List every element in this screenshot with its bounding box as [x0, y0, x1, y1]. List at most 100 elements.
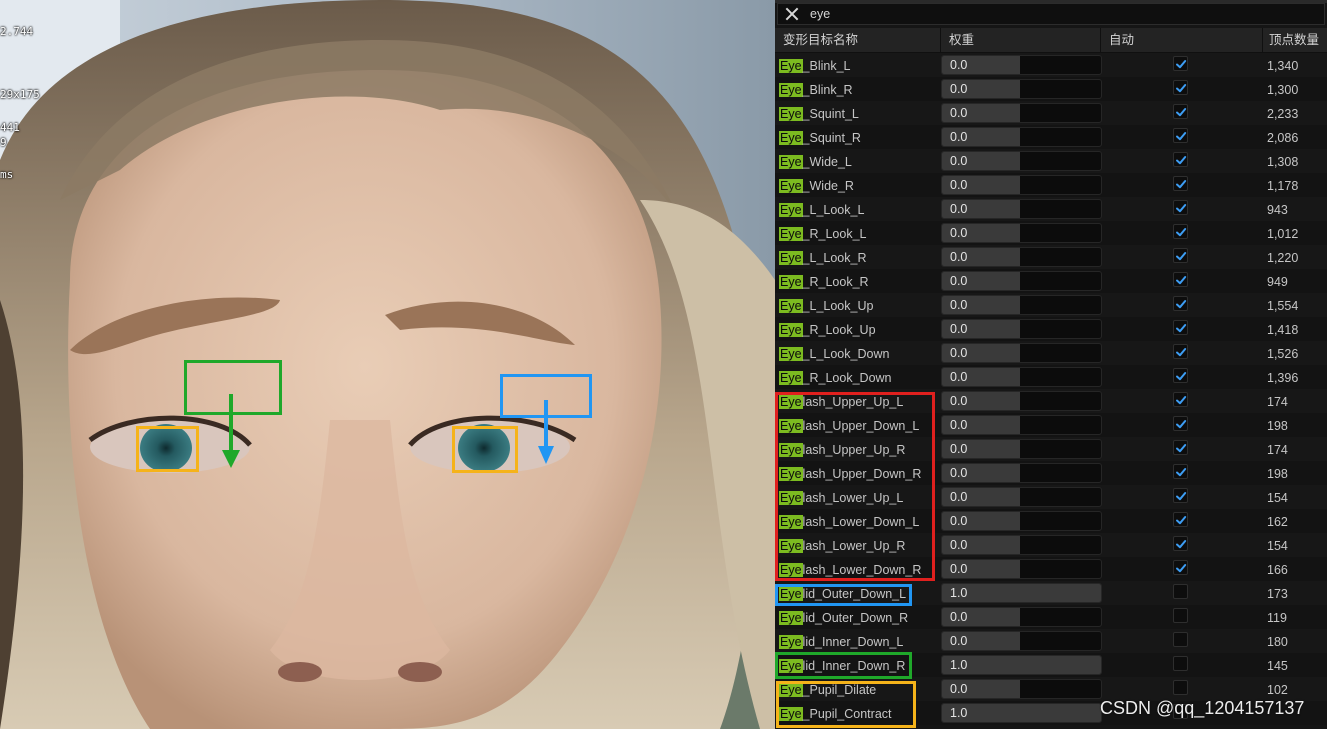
weight-slider[interactable]: 0.0	[941, 55, 1102, 75]
morph-target-row[interactable]: Eye_Squint_R 0.0 2,086	[775, 125, 1327, 149]
weight-slider[interactable]: 1.0	[941, 655, 1102, 675]
weight-slider[interactable]: 0.0	[941, 535, 1102, 555]
weight-slider[interactable]: 0.0	[941, 271, 1102, 291]
weight-slider[interactable]: 0.0	[941, 391, 1102, 411]
weight-slider[interactable]: 0.0	[941, 151, 1102, 171]
auto-checkbox[interactable]	[1173, 560, 1188, 575]
auto-checkbox[interactable]	[1173, 176, 1188, 191]
morph-target-row[interactable]: Eye_L_Look_R 0.0 1,220	[775, 245, 1327, 269]
morph-target-row[interactable]: Eye_Wide_L 0.0 1,308	[775, 149, 1327, 173]
auto-checkbox[interactable]	[1173, 128, 1188, 143]
morph-target-row[interactable]: Eye_Blink_R 0.0 1,300	[775, 77, 1327, 101]
weight-slider[interactable]: 0.0	[941, 223, 1102, 243]
search-input[interactable]	[810, 5, 1310, 23]
column-header-name[interactable]: 变形目标名称	[775, 28, 941, 52]
morph-target-row[interactable]: Eye_R_Look_R 0.0 949	[775, 269, 1327, 293]
auto-checkbox[interactable]	[1173, 104, 1188, 119]
column-header-auto[interactable]: 自动	[1101, 28, 1263, 52]
morph-target-name: Eye_R_Look_Up	[779, 322, 876, 338]
auto-checkbox[interactable]	[1173, 680, 1188, 695]
search-match-highlight: Eye	[779, 227, 803, 241]
weight-slider[interactable]: 0.0	[941, 679, 1102, 699]
column-header-weight[interactable]: 权重	[941, 28, 1101, 52]
weight-slider[interactable]: 0.0	[941, 439, 1102, 459]
auto-checkbox[interactable]	[1173, 272, 1188, 287]
weight-slider[interactable]: 0.0	[941, 607, 1102, 627]
morph-target-row[interactable]: Eyelid_Outer_Down_R 0.0 119	[775, 605, 1327, 629]
weight-slider[interactable]: 0.0	[941, 367, 1102, 387]
morph-target-row[interactable]: Eye_L_Look_L 0.0 943	[775, 197, 1327, 221]
morph-target-row[interactable]: Eye_R_Look_L 0.0 1,012	[775, 221, 1327, 245]
vertex-count: 1,526	[1267, 347, 1299, 361]
viewport-3d[interactable]: 2.744 29x175 441 9 ms	[0, 0, 775, 729]
auto-checkbox[interactable]	[1173, 392, 1188, 407]
morph-target-panel: 变形目标名称 权重 自动 顶点数量 Eye _Blink_L 0.0 1,340 Eye…	[775, 0, 1327, 729]
weight-slider[interactable]: 1.0	[941, 703, 1102, 723]
vertex-count: 174	[1267, 443, 1288, 457]
auto-checkbox[interactable]	[1173, 224, 1188, 239]
weight-slider[interactable]: 0.0	[941, 295, 1102, 315]
auto-checkbox[interactable]	[1173, 368, 1188, 383]
weight-value: 1.0	[950, 658, 968, 672]
auto-checkbox[interactable]	[1173, 584, 1188, 599]
morph-target-row[interactable]: Eye_R_Look_Down 0.0 1,396	[775, 365, 1327, 389]
morph-target-row[interactable]: Eye_L_Look_Up 0.0 1,554	[775, 293, 1327, 317]
morph-target-name-rest: _Blink_L	[802, 59, 851, 73]
vertex-count: 166	[1267, 563, 1288, 577]
weight-slider[interactable]: 0.0	[941, 199, 1102, 219]
weight-slider[interactable]: 0.0	[941, 463, 1102, 483]
auto-checkbox[interactable]	[1173, 152, 1188, 167]
weight-slider[interactable]: 0.0	[941, 343, 1102, 363]
auto-checkbox[interactable]	[1173, 464, 1188, 479]
auto-checkbox[interactable]	[1173, 632, 1188, 647]
weight-slider[interactable]: 0.0	[941, 103, 1102, 123]
auto-checkbox[interactable]	[1173, 56, 1188, 71]
weight-slider[interactable]: 0.0	[941, 511, 1102, 531]
auto-checkbox[interactable]	[1173, 416, 1188, 431]
column-header-vertex-count[interactable]: 顶点数量	[1263, 28, 1327, 52]
morph-target-row[interactable]: Eye_R_Look_Up 0.0 1,418	[775, 317, 1327, 341]
weight-slider[interactable]: 0.0	[941, 559, 1102, 579]
weight-slider[interactable]: 1.0	[941, 583, 1102, 603]
morph-target-row[interactable]: Eye_Squint_L 0.0 2,233	[775, 101, 1327, 125]
table-header: 变形目标名称 权重 自动 顶点数量	[775, 28, 1327, 53]
morph-target-row[interactable]: Eye_Wide_R 0.0 1,178	[775, 173, 1327, 197]
morph-target-name-rest: _Squint_L	[802, 107, 859, 121]
auto-checkbox[interactable]	[1173, 608, 1188, 623]
auto-checkbox[interactable]	[1173, 320, 1188, 335]
vertex-count: 949	[1267, 275, 1288, 289]
vertex-count: 1,340	[1267, 59, 1299, 73]
weight-value: 0.0	[950, 346, 968, 360]
vertex-count: 1,300	[1267, 83, 1299, 97]
auto-checkbox[interactable]	[1173, 440, 1188, 455]
auto-checkbox[interactable]	[1173, 296, 1188, 311]
morph-target-row[interactable]: Eyelid_Inner_Down_L 0.0 180	[775, 629, 1327, 653]
search-match-highlight: Eye	[779, 203, 803, 217]
auto-checkbox[interactable]	[1173, 512, 1188, 527]
auto-checkbox[interactable]	[1173, 80, 1188, 95]
clear-search-icon[interactable]	[784, 6, 800, 22]
weight-slider[interactable]: 0.0	[941, 319, 1102, 339]
weight-slider[interactable]: 0.0	[941, 487, 1102, 507]
morph-target-name: Eye_R_Look_L	[779, 226, 867, 242]
weight-slider[interactable]: 0.0	[941, 415, 1102, 435]
weight-value: 0.0	[950, 634, 968, 648]
morph-target-name: Eye_Wide_L	[779, 154, 852, 170]
auto-checkbox[interactable]	[1173, 656, 1188, 671]
auto-checkbox[interactable]	[1173, 248, 1188, 263]
annotation-box-green	[775, 652, 912, 679]
weight-slider[interactable]: 0.0	[941, 175, 1102, 195]
auto-checkbox[interactable]	[1173, 200, 1188, 215]
morph-target-name-rest: _R_Look_Down	[802, 371, 892, 385]
weight-slider[interactable]: 0.0	[941, 631, 1102, 651]
weight-slider[interactable]: 0.0	[941, 247, 1102, 267]
auto-checkbox[interactable]	[1173, 344, 1188, 359]
weight-slider[interactable]: 0.0	[941, 79, 1102, 99]
morph-target-row[interactable]: Eye_L_Look_Down 0.0 1,526	[775, 341, 1327, 365]
morph-target-row[interactable]: Eye_Blink_L 0.0 1,340	[775, 53, 1327, 77]
checkmark-icon	[1176, 468, 1187, 477]
weight-slider[interactable]: 0.0	[941, 127, 1102, 147]
auto-checkbox[interactable]	[1173, 536, 1188, 551]
auto-checkbox[interactable]	[1173, 488, 1188, 503]
vertex-count: 154	[1267, 491, 1288, 505]
